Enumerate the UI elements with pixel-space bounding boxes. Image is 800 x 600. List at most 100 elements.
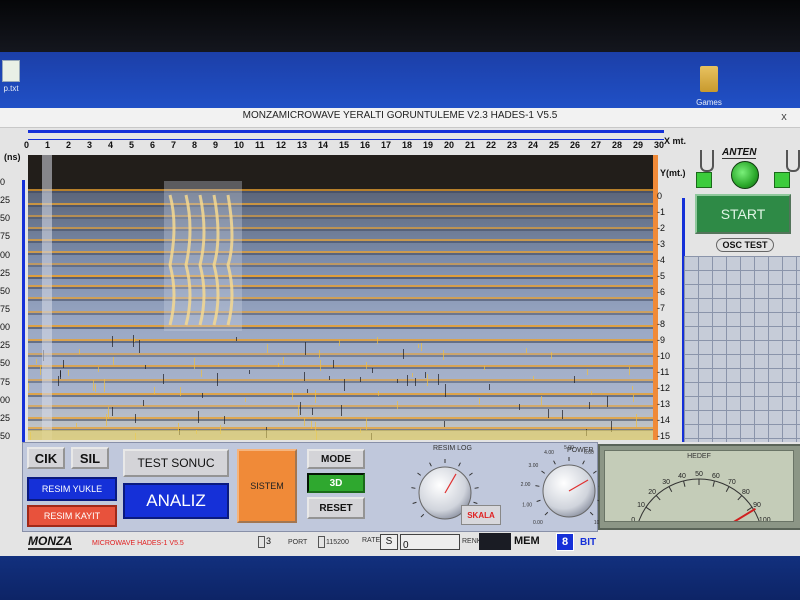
meter-needle <box>733 507 756 521</box>
control-panel: CIK SIL TEST SONUC RESIM YUKLE RESIM KAY… <box>22 442 599 532</box>
knob-tick <box>535 485 540 487</box>
noise-tick <box>333 360 334 368</box>
meter-tick <box>645 506 652 511</box>
hedef-gauge: 0 1020 30 40 50 60 70 8090 100 <box>631 471 771 521</box>
reflection-band <box>28 365 658 367</box>
knob-tick <box>473 501 478 504</box>
time-tick-label: 50 <box>0 213 11 224</box>
noise-tick <box>135 414 136 423</box>
noise-tick <box>112 336 113 347</box>
time-tick-label: 50 <box>0 431 11 441</box>
depth-tick-label: -6 <box>657 287 666 297</box>
reflection-band <box>28 427 658 429</box>
noise-tick <box>112 407 113 416</box>
reflection-band <box>28 227 658 229</box>
osc-test-button[interactable]: OSC TEST <box>716 238 774 252</box>
status-led-left <box>696 172 712 188</box>
noise-tick <box>60 370 61 377</box>
reset-button[interactable]: RESET <box>307 497 365 519</box>
noise-tick <box>202 393 203 398</box>
noise-tick <box>63 360 64 368</box>
skala-button[interactable]: SKALA <box>461 505 501 525</box>
x-tick-label: 2 <box>66 140 72 150</box>
baud-spinner-icon[interactable] <box>318 536 325 548</box>
x-tick-label: 7 <box>171 140 177 150</box>
x-tick-label: 27 <box>591 140 602 150</box>
noise-tick <box>305 342 306 355</box>
antenna-connector-right-icon <box>786 150 800 172</box>
reflection-band <box>28 203 658 205</box>
x-tick-label: 23 <box>507 140 518 150</box>
start-button[interactable]: START <box>695 194 791 234</box>
noise-tick <box>217 373 218 386</box>
reflection-shadow <box>28 205 658 207</box>
mode-button[interactable]: MODE <box>307 449 365 469</box>
noise-tick <box>541 396 542 405</box>
noise-tick <box>68 370 69 376</box>
close-icon[interactable]: x <box>778 111 790 123</box>
rate-value: 0 <box>403 540 409 551</box>
x-tick-label: 22 <box>486 140 497 150</box>
analiz-button[interactable]: ANALIZ <box>123 483 229 519</box>
noise-tick <box>145 365 146 369</box>
renk-color-swatch[interactable] <box>479 533 511 550</box>
x-tick-label: 24 <box>528 140 539 150</box>
noise-tick <box>533 376 534 380</box>
3d-toggle[interactable]: 3D <box>307 473 365 493</box>
resim-yukle-button[interactable]: RESIM YUKLE <box>27 477 117 501</box>
resim-kayit-button[interactable]: RESIM KAYIT <box>27 505 117 527</box>
noise-tick <box>245 398 246 402</box>
reflection-band <box>28 405 658 407</box>
noise-tick <box>93 380 94 391</box>
baud-value: 115200 <box>326 539 349 546</box>
noise-tick <box>224 416 225 424</box>
depth-tick-label: -11 <box>657 367 670 377</box>
port-spinner-icon[interactable] <box>258 536 265 548</box>
x-tick-label: 4 <box>108 140 114 150</box>
noise-tick <box>366 418 367 430</box>
x-tick-label: 20 <box>444 140 455 150</box>
knob-tick <box>417 472 422 476</box>
meter-tick-label: 20 <box>648 489 656 496</box>
bit-value[interactable]: 8 <box>556 533 574 551</box>
bottom-band <box>28 430 658 440</box>
noise-tick <box>444 421 445 427</box>
x-tick-label: 21 <box>465 140 476 150</box>
rate-field[interactable]: 0 <box>400 534 460 551</box>
brand-subtitle: MICROWAVE HADES-1 V5.5 <box>92 540 184 547</box>
noise-tick <box>267 344 268 353</box>
noise-tick <box>489 384 490 390</box>
noise-tick <box>154 387 155 394</box>
radar-scan-image[interactable] <box>28 155 658 440</box>
x-tick-label: 10 <box>234 140 245 150</box>
cik-button[interactable]: CIK <box>27 447 65 469</box>
reflection-band <box>28 393 658 395</box>
noise-tick <box>36 359 37 364</box>
reflection-shadow <box>28 229 658 231</box>
reflection-band <box>28 275 658 277</box>
test-sonuc-button[interactable]: TEST SONUC <box>123 449 229 477</box>
noise-tick <box>108 407 109 419</box>
noise-tick <box>519 404 520 410</box>
noise-tick <box>236 337 237 341</box>
rate-unit: S <box>380 534 398 550</box>
meter-tick <box>683 480 686 487</box>
noise-tick <box>438 374 439 385</box>
x-tick-label: 9 <box>213 140 219 150</box>
knob-tick <box>592 470 597 474</box>
noise-tick <box>292 390 293 400</box>
reflection-shadow <box>28 341 658 343</box>
desktop-icon-games[interactable]: Games <box>690 62 728 108</box>
folder-icon <box>700 66 718 92</box>
reflection-shadow <box>28 253 658 255</box>
noise-tick <box>403 349 404 359</box>
sil-button[interactable]: SIL <box>71 447 109 469</box>
depth-tick-label: -4 <box>657 255 666 265</box>
noise-tick <box>28 383 29 391</box>
left-scale-line <box>22 180 25 442</box>
meter-tick <box>737 495 743 501</box>
x-tick-label: 16 <box>360 140 371 150</box>
sistem-button[interactable]: SISTEM <box>237 449 297 523</box>
power-knob[interactable]: 0.001.002.003.004.005.006.007.008.009.00… <box>495 445 599 531</box>
x-axis-ticks: 0 1 2 3 4 5 6 7 8 9 10 11 12 13 14 15 16 17 18 19 20 21 22 23 24… <box>0 140 680 154</box>
